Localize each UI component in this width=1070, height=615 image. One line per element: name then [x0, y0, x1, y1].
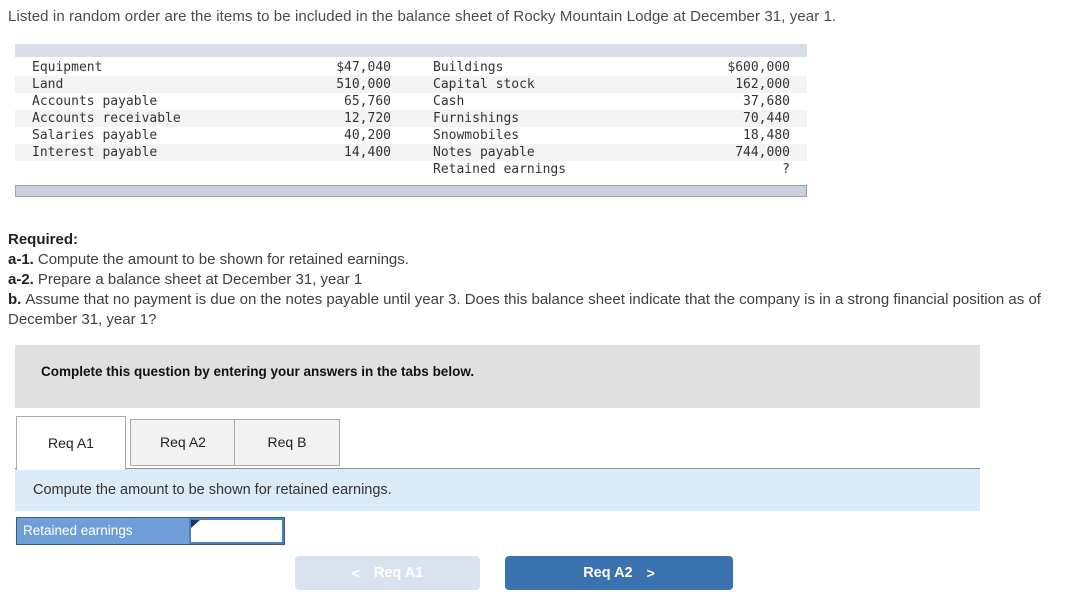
table-row: Equipment $47,040 Buildings $600,000	[15, 59, 807, 76]
item-value: ?	[782, 162, 790, 177]
table-row: Interest payable 14,400 Notes payable 74…	[15, 144, 807, 161]
item-value: 37,680	[743, 94, 790, 109]
item-label: Snowmobiles	[433, 128, 520, 143]
item-label: Cash	[433, 94, 465, 109]
tab-panel-prompt-text: Compute the amount to be shown for retai…	[33, 482, 392, 498]
item-value: $600,000	[727, 60, 790, 75]
item-label: Salaries payable	[32, 128, 158, 143]
required-heading: Required:	[8, 231, 79, 248]
chevron-left-icon: <	[351, 565, 360, 581]
item-value: 70,440	[743, 111, 790, 126]
tab-panel-prompt: Compute the amount to be shown for retai…	[15, 469, 980, 511]
item-value: 40,200	[344, 128, 391, 143]
table-header-band	[15, 44, 807, 57]
item-label: Buildings	[433, 60, 504, 75]
required-item-b: b. Assume that no payment is due on the n…	[8, 290, 1066, 330]
item-label: Furnishings	[433, 111, 520, 126]
required-text: Prepare a balance sheet at December 31, …	[37, 271, 363, 288]
next-button-label: Req A2	[583, 565, 633, 581]
item-label: Interest payable	[32, 145, 158, 160]
required-section: Required: a-1. Compute the amount to be s…	[8, 230, 1066, 330]
tab-req-b[interactable]: Req B	[234, 419, 340, 466]
retained-earnings-input-box	[189, 518, 284, 544]
item-value: 744,000	[735, 145, 790, 160]
item-value: 510,000	[336, 77, 391, 92]
page-title: Listed in random order are the items to …	[8, 8, 837, 25]
item-label: Equipment	[32, 60, 103, 75]
item-value: 65,760	[344, 94, 391, 109]
prev-button-req-a1[interactable]: < Req A1	[295, 556, 480, 590]
item-value: $47,040	[336, 60, 391, 75]
item-label: Accounts receivable	[32, 111, 181, 126]
required-item-a2: a-2. Prepare a balance sheet at December …	[8, 270, 1066, 290]
required-prefix: a-1.	[8, 251, 34, 268]
retained-earnings-answer-row: Retained earnings	[16, 517, 285, 545]
chevron-right-icon: >	[646, 565, 655, 581]
required-prefix: a-2.	[8, 271, 34, 288]
retained-earnings-input[interactable]	[191, 520, 282, 542]
required-prefix: b.	[8, 291, 22, 308]
balance-sheet-items-table: Equipment $47,040 Buildings $600,000 Lan…	[15, 44, 807, 197]
instruction-banner: Complete this question by entering your …	[15, 345, 980, 408]
item-label: Land	[32, 77, 64, 92]
table-row: Accounts payable 65,760 Cash 37,680	[15, 93, 807, 110]
tab-req-a1[interactable]: Req A1	[16, 416, 126, 470]
table-row: Accounts receivable 12,720 Furnishings 7…	[15, 110, 807, 127]
item-value: 14,400	[344, 145, 391, 160]
item-label: Notes payable	[433, 145, 535, 160]
horizontal-scrollbar[interactable]	[15, 185, 807, 197]
table-row: Salaries payable 40,200 Snowmobiles 18,4…	[15, 127, 807, 144]
next-button-req-a2[interactable]: Req A2 >	[505, 556, 733, 590]
required-text: Assume that no payment is due on the not…	[8, 291, 1041, 328]
requirement-tabs: Req A1 Req A2 Req B	[15, 416, 980, 470]
prev-button-label: Req A1	[373, 565, 424, 581]
tab-req-a2[interactable]: Req A2	[130, 419, 236, 466]
retained-earnings-label: Retained earnings	[17, 518, 189, 544]
instruction-banner-text: Complete this question by entering your …	[41, 364, 475, 379]
item-label: Accounts payable	[32, 94, 158, 109]
item-label: Capital stock	[433, 77, 535, 92]
cell-marker-icon	[191, 520, 200, 528]
table-row: Land 510,000 Capital stock 162,000	[15, 76, 807, 93]
table-rows: Equipment $47,040 Buildings $600,000 Lan…	[15, 59, 807, 178]
item-label: Retained earnings	[433, 162, 567, 177]
table-row: Retained earnings ?	[15, 161, 807, 178]
required-text: Compute the amount to be shown for retai…	[37, 251, 409, 268]
item-value: 162,000	[735, 77, 790, 92]
required-item-a1: a-1. Compute the amount to be shown for r…	[8, 250, 1066, 270]
item-value: 12,720	[344, 111, 391, 126]
item-value: 18,480	[743, 128, 790, 143]
